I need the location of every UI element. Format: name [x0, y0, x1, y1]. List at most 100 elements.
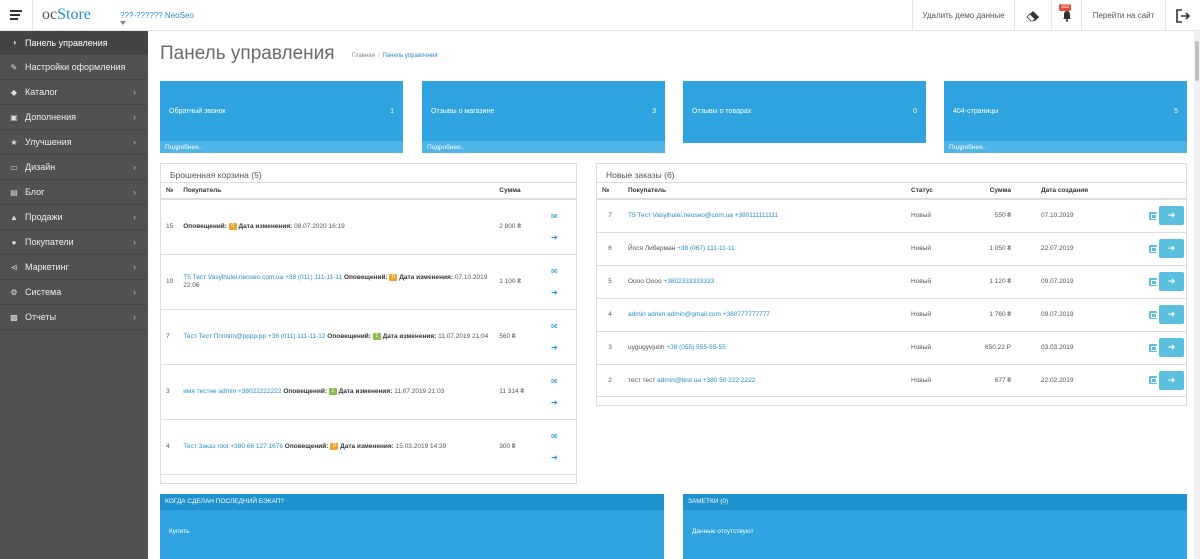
delete-demo-button[interactable]: Удалить демо данные	[912, 0, 1014, 31]
page-scrollbar[interactable]	[1194, 31, 1200, 559]
sidebar-item-design[interactable]: ▭ Дизайн ›	[0, 155, 148, 180]
notification-badge: 1	[328, 387, 337, 395]
envelope-icon[interactable]: ✉	[551, 371, 571, 392]
arrow-right-icon[interactable]: ➜	[551, 227, 571, 248]
customer-contact-link[interactable]: +3802333333333	[663, 278, 714, 285]
abandoned-cart-table: № Покупатель Сумма 15 Оповещений: 0 Дата…	[161, 183, 576, 475]
chevron-right-icon: ›	[133, 112, 136, 122]
top-header: ocStore ???-?????? NeoSeo Удалить демо д…	[0, 0, 1200, 31]
sidebar-item-blog[interactable]: ▤ Блог ›	[0, 180, 148, 205]
backup-buy-link[interactable]: Купить	[160, 510, 664, 553]
customer-contact-link[interactable]: admin@test.ua +380 50 222 2222	[657, 377, 755, 384]
arrow-right-icon[interactable]: ➜	[551, 282, 571, 303]
new-orders-table: № Покупатель Статус Сумма Дата создания …	[597, 183, 1186, 397]
customer-contact-link[interactable]: +38 (055) 555-55-55	[666, 344, 725, 351]
edit-icon[interactable]	[1149, 277, 1157, 286]
tag-icon: ◆	[10, 87, 18, 97]
table-row: 5 Оооо Оооо +3802333333333 Новый 1 120 ₴…	[597, 265, 1186, 299]
tile-more-link[interactable]: Подробнее..	[944, 141, 1187, 153]
view-order-button[interactable]: ➜	[1159, 272, 1184, 291]
logout-button[interactable]	[1165, 0, 1200, 31]
chevron-right-icon: ›	[133, 212, 136, 222]
customer-link[interactable]: Тест Тест Пппппп@pppp.pp +38 (011) 111-1…	[183, 333, 325, 340]
new-orders-panel: Новые заказы (6) № Покупатель Статус Сум…	[596, 163, 1187, 406]
edit-icon[interactable]	[1149, 376, 1157, 384]
table-row: 2 тест тест admin@test.ua +380 50 222 22…	[597, 364, 1186, 397]
sidebar-item-sales[interactable]: ▲ Продажи ›	[0, 205, 148, 230]
customer-link[interactable]: Тест Заказ root +380 66 127 1676	[183, 443, 283, 450]
blog-icon: ▤	[10, 187, 18, 197]
view-order-button[interactable]: ➜	[1159, 239, 1184, 258]
arrow-right-icon[interactable]: ➜	[551, 447, 571, 468]
store-selector[interactable]: ???-?????? NeoSeo	[120, 11, 194, 20]
sidebar-item-marketing[interactable]: ⊲ Маркетинг ›	[0, 255, 148, 280]
table-row: 7 T5 Тест Vasylhulei.neoseo@com.ua +3801…	[597, 199, 1186, 233]
edit-icon[interactable]	[1149, 310, 1157, 319]
sidebar-item-dashboard[interactable]: ◑ Панель управления	[0, 31, 148, 55]
backup-panel: КОГДА СДЕЛАН ПОСЛЕДНИЙ БЭКАП? Купить	[160, 494, 664, 559]
panel-title: КОГДА СДЕЛАН ПОСЛЕДНИЙ БЭКАП?	[160, 494, 664, 510]
notification-badge: 0	[389, 274, 398, 282]
arrow-right-icon[interactable]: ➜	[551, 337, 571, 358]
dashboard-icon: ◑	[11, 38, 17, 47]
arrow-right-icon[interactable]: ➜	[551, 392, 571, 413]
table-row: 10 T5 Тест Vasylhulei.neoseo.com.ua +38 …	[161, 254, 576, 310]
sidebar-item-improvements[interactable]: ★ Улучшения ›	[0, 130, 148, 155]
breadcrumb: Главная / Панель управления	[352, 53, 438, 59]
sidebar-item-system[interactable]: ⚙ Система ›	[0, 280, 148, 305]
scrollbar-thumb[interactable]	[1195, 41, 1199, 81]
view-order-button[interactable]: ➜	[1159, 370, 1184, 390]
table-row: 3 имя тестне admin +38022222222 Оповещен…	[161, 364, 576, 420]
envelope-icon[interactable]: ✉	[551, 206, 571, 227]
logo[interactable]: ocStore	[42, 6, 91, 24]
caret-down-icon[interactable]	[120, 21, 126, 25]
table-row: 7 Тест Тест Пппппп@pppp.pp +38 (011) 111…	[161, 309, 576, 365]
menu-toggle-icon[interactable]	[10, 10, 22, 20]
customer-contact-link[interactable]: admin admin admin@gmail.com +38077777777…	[628, 311, 770, 318]
envelope-icon[interactable]: ✉	[551, 426, 571, 447]
bar-chart-icon: ▩	[10, 312, 18, 322]
sidebar-item-reports[interactable]: ▩ Отчеты ›	[0, 305, 148, 330]
view-order-button[interactable]: ➜	[1159, 206, 1184, 226]
sidebar: ◑ Панель управления ✎ Настройки оформлен…	[0, 31, 148, 559]
table-row: 15 Оповещений: 0 Дата изменения: 08.07.2…	[161, 199, 576, 255]
go-to-site-link[interactable]: Перейти на сайт	[1081, 0, 1165, 31]
envelope-icon[interactable]: ✉	[551, 316, 571, 337]
edit-icon[interactable]	[1149, 244, 1157, 253]
sidebar-item-appearance[interactable]: ✎ Настройки оформления	[0, 55, 148, 80]
edit-icon[interactable]	[1149, 211, 1157, 220]
eraser-button[interactable]	[1014, 0, 1051, 31]
header-divider	[32, 0, 33, 31]
logout-icon	[1176, 8, 1190, 23]
cart-icon: ▲	[10, 212, 18, 222]
sidebar-item-customers[interactable]: ● Покупатели ›	[0, 230, 148, 255]
sidebar-item-catalog[interactable]: ◆ Каталог ›	[0, 80, 148, 105]
sidebar-item-extensions[interactable]: ▣ Дополнения ›	[0, 105, 148, 130]
chevron-right-icon: ›	[133, 287, 136, 297]
customer-contact-link[interactable]: +38 (067) 111-11-11	[677, 245, 735, 252]
breadcrumb-current[interactable]: Панель управления	[383, 53, 438, 59]
table-row: 4 Тест Заказ root +380 66 127 1676 Опове…	[161, 419, 576, 475]
customer-link[interactable]: имя тестне admin +38022222222	[183, 388, 281, 395]
panel-title: Брошенная корзина (5)	[161, 164, 576, 183]
tile-more-link[interactable]: Подробнее..	[422, 141, 665, 153]
view-order-button[interactable]: ➜	[1159, 338, 1184, 357]
chevron-right-icon: ›	[133, 187, 136, 197]
edit-icon[interactable]	[1149, 343, 1157, 352]
envelope-icon[interactable]: ✉	[551, 261, 571, 282]
table-row: 4 admin admin admin@gmail.com +380777777…	[597, 298, 1186, 332]
puzzle-icon: ▣	[10, 112, 18, 122]
notifications-button[interactable]: 332	[1051, 0, 1081, 31]
view-order-button[interactable]: ➜	[1159, 305, 1184, 324]
breadcrumb-home[interactable]: Главная	[352, 53, 375, 59]
customer-contact-link[interactable]: T5 Тест Vasylhulei.neoseo@com.ua +380111…	[628, 212, 778, 219]
customer-link[interactable]: T5 Тест Vasylhulei.neoseo.com.ua +38 (01…	[183, 275, 342, 282]
chevron-right-icon: ›	[133, 312, 136, 322]
tile-404-pages: 404-страницы 5 Подробнее..	[944, 81, 1187, 153]
notification-badge: 0	[228, 223, 237, 231]
tile-more-link[interactable]: Подробнее..	[160, 141, 403, 153]
notification-count-badge: 332	[1059, 4, 1072, 11]
table-row: 6 Йося Либерман +38 (067) 111-11-11 Новы…	[597, 232, 1186, 266]
panel-title: ЗАМЕТКИ (0)	[683, 494, 1187, 510]
chevron-right-icon: ›	[133, 87, 136, 97]
